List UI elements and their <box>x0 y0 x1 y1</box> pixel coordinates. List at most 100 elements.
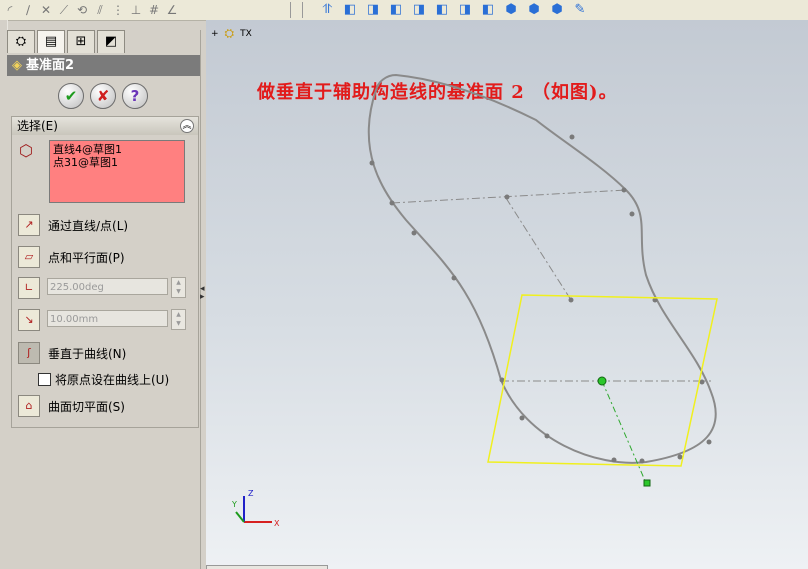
confirm-buttons: ✔ ✘ ? <box>58 83 148 109</box>
through-line-point-icon[interactable]: ↗ <box>18 214 40 236</box>
mirror-icon[interactable]: ⫽ <box>92 2 108 18</box>
command-toolbar: ◜ ∕ ✕ ⟋ ⟲ ⫽ ⋮ ⊥ # ∠ ⥣ ◧ ◨ ◧ ◨ ◧ ◨ ◧ ⬢ ⬢ … <box>0 0 808 21</box>
dimxpert-tab[interactable]: ◩ <box>97 30 125 53</box>
tangent-to-surface-label: 曲面切平面(S) <box>48 399 125 414</box>
dimension-icon[interactable]: ⊥ <box>128 2 144 18</box>
offset-distance-spinner[interactable]: ▲ ▼ <box>171 309 186 330</box>
sketch-point[interactable] <box>369 160 375 166</box>
graphics-viewport[interactable]: + ⛭ TX 做垂直于辅助构造线的基准面 2 （如图)。 X Z Y <box>206 20 808 569</box>
feature-title: 基准面2 <box>26 58 75 73</box>
angle-spinner[interactable]: ▲ ▼ <box>171 277 186 298</box>
tangent-to-surface-option[interactable]: ⌂ 曲面切平面(S) <box>18 395 125 417</box>
selection-item-point[interactable]: 点31@草图1 <box>53 156 181 169</box>
sketch-canvas: X Z Y <box>231 73 718 528</box>
triad-x-label: X <box>274 519 280 528</box>
sketch-point[interactable] <box>621 187 627 193</box>
point-parallel-plane-label: 点和平行面(P) <box>48 250 125 265</box>
sketch-points <box>369 134 712 464</box>
configuration-manager-tab[interactable]: ⊞ <box>67 30 95 53</box>
collapse-chevron-icon[interactable]: ︽ <box>180 119 194 133</box>
selection-group-title: 选择(E) <box>17 119 58 133</box>
origin-on-curve-box[interactable] <box>38 373 51 386</box>
origin-on-curve-checkbox[interactable]: 将原点设在曲线上(U) <box>38 371 169 388</box>
shaded-edges-icon[interactable]: ⬢ <box>525 2 543 18</box>
sketch-point[interactable] <box>611 457 617 463</box>
appearance-icon[interactable]: ✎ <box>571 2 589 18</box>
sketch-point[interactable] <box>568 297 574 303</box>
dimxpert-icon: ◩ <box>104 34 118 49</box>
reference-triad: X Z Y <box>231 489 280 528</box>
property-manager-title: ◈ 基准面2 <box>7 55 200 76</box>
angle-icon[interactable]: ∠ <box>164 2 180 18</box>
normal-to-curve-icon[interactable]: ʃ <box>18 342 40 364</box>
shaded-icon[interactable]: ⬢ <box>502 2 520 18</box>
offset-distance-option[interactable]: ↘ <box>18 309 48 331</box>
top-view-icon[interactable]: ◨ <box>456 2 474 18</box>
construction-line-middle[interactable] <box>505 197 572 301</box>
plane-normal-axis <box>601 380 647 484</box>
help-button[interactable]: ? <box>122 83 148 109</box>
triad-z-label: Z <box>248 489 254 498</box>
right-view-icon[interactable]: ◧ <box>433 2 451 18</box>
bottom-view-icon[interactable]: ◧ <box>479 2 497 18</box>
grid-icon[interactable]: # <box>146 2 162 18</box>
sketch-point[interactable] <box>451 275 457 281</box>
toolbar-divider <box>302 2 303 18</box>
selection-group: 选择(E) ︽ ⬡ 直线4@草图1 点31@草图1 ↗ 通过直线/点(L) ▱ … <box>11 116 199 428</box>
angle-plane-icon[interactable]: ∟ <box>18 277 40 299</box>
sketch-point[interactable] <box>629 211 635 217</box>
angle-option[interactable]: ∟ <box>18 277 48 299</box>
offset-distance-icon[interactable]: ↘ <box>18 309 40 331</box>
trim-icon[interactable]: ✕ <box>38 2 54 18</box>
feature-manager-tab[interactable]: ⛭ <box>7 30 35 53</box>
cancel-button[interactable]: ✘ <box>90 83 116 109</box>
sketch-point[interactable] <box>544 433 550 439</box>
selection-list-box[interactable]: 直线4@草图1 点31@草图1 <box>49 140 185 203</box>
ok-button[interactable]: ✔ <box>58 83 84 109</box>
selection-item-line[interactable]: 直线4@草图1 <box>53 143 181 156</box>
through-line-point-option[interactable]: ↗ 通过直线/点(L) <box>18 214 128 236</box>
angle-input[interactable]: 225.00deg <box>47 278 168 295</box>
property-manager-tab[interactable]: ▤ <box>37 30 65 53</box>
bottom-model-tab[interactable] <box>206 565 328 569</box>
sketch-point[interactable] <box>639 458 645 464</box>
plane-handle[interactable] <box>643 479 651 487</box>
sketch-point[interactable] <box>519 415 525 421</box>
selection-group-header[interactable]: 选择(E) ︽ <box>12 117 198 135</box>
feature-manager-icon: ⛭ <box>15 34 27 49</box>
isometric-view-icon[interactable]: ◧ <box>341 2 359 18</box>
front-view-icon[interactable]: ◨ <box>364 2 382 18</box>
plane-origin-point[interactable] <box>597 376 607 386</box>
through-line-point-label: 通过直线/点(L) <box>48 218 129 233</box>
sketch-toolbar: ◜ ∕ ✕ ⟋ ⟲ ⫽ ⋮ ⊥ # ∠ <box>0 0 180 20</box>
linear-pattern-icon[interactable]: ⋮ <box>110 2 126 18</box>
sketch-point[interactable] <box>504 194 510 200</box>
normal-to-curve-option[interactable]: ʃ 垂直于曲线(N) <box>18 342 126 364</box>
extend-icon[interactable]: ⟋ <box>56 2 72 18</box>
tangent-surface-icon[interactable]: ⌂ <box>18 395 40 417</box>
panel-splitter-grip[interactable]: ◂ ▸ <box>200 285 205 302</box>
sketch-point[interactable] <box>677 454 683 460</box>
configuration-manager-icon: ⊞ <box>75 34 87 49</box>
sketch-point[interactable] <box>389 200 395 206</box>
property-manager-icon: ▤ <box>44 34 58 49</box>
reference-entities-icon: ⬡ <box>19 141 33 160</box>
plane-icon: ◈ <box>12 58 22 73</box>
view-toolbar: ⥣ ◧ ◨ ◧ ◨ ◧ ◨ ◧ ⬢ ⬢ ⬢ ✎ <box>318 0 589 20</box>
sketch-arc-icon[interactable]: ◜ <box>2 2 18 18</box>
sketch-point[interactable] <box>411 230 417 236</box>
point-parallel-plane-icon[interactable]: ▱ <box>18 246 40 268</box>
sketch-line-icon[interactable]: ∕ <box>20 2 36 18</box>
view-orientation-icon[interactable]: ⥣ <box>318 2 336 18</box>
sketch-point[interactable] <box>569 134 575 140</box>
sketch-point[interactable] <box>706 439 712 445</box>
sketch-spline[interactable] <box>367 73 717 464</box>
offset-icon[interactable]: ⟲ <box>74 2 90 18</box>
toolbar-divider <box>290 2 291 18</box>
section-view-icon[interactable]: ⬢ <box>548 2 566 18</box>
triad-y-label: Y <box>231 500 237 509</box>
back-view-icon[interactable]: ◧ <box>387 2 405 18</box>
point-parallel-plane-option[interactable]: ▱ 点和平行面(P) <box>18 246 125 268</box>
offset-distance-input[interactable]: 10.00mm <box>47 310 168 327</box>
left-view-icon[interactable]: ◨ <box>410 2 428 18</box>
